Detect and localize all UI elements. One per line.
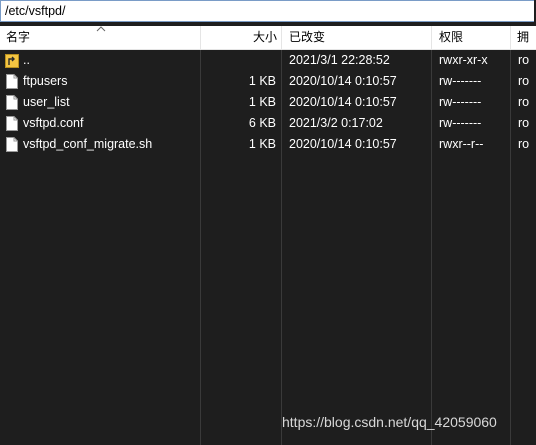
file-row[interactable]: vsftpd.conf 6 KB 2021/3/2 0:17:02 rw----…: [0, 113, 536, 134]
file-name: ftpusers: [23, 74, 68, 88]
file-name: vsftpd_conf_migrate.sh: [23, 137, 153, 151]
file-owner: ro: [518, 74, 530, 88]
file-size: 1 KB: [248, 137, 276, 151]
file-row[interactable]: vsftpd_conf_migrate.sh 1 KB 2020/10/14 0…: [0, 134, 536, 155]
column-divider[interactable]: [431, 26, 432, 49]
parent-folder-icon: [5, 54, 19, 68]
file-modified: 2021/3/2 0:17:02: [289, 116, 383, 130]
file-modified: 2020/10/14 0:10:57: [289, 74, 397, 88]
file-owner: ro: [518, 116, 530, 130]
file-size: [200, 50, 276, 71]
file-name: ..: [23, 53, 30, 67]
file-owner: ro: [518, 53, 530, 67]
file-list[interactable]: .. 2021/3/1 22:28:52 rwxr-xr-x ro ftpuse…: [0, 50, 536, 445]
file-permissions: rw-------: [439, 74, 482, 88]
column-divider[interactable]: [510, 26, 511, 49]
file-owner: ro: [518, 95, 530, 109]
file-size: 1 KB: [248, 74, 276, 88]
column-permissions-header[interactable]: 权限: [439, 26, 509, 49]
file-owner: ro: [518, 137, 530, 151]
path-input[interactable]: /etc/vsftpd/: [5, 4, 65, 19]
file-row-parent[interactable]: .. 2021/3/1 22:28:52 rwxr-xr-x ro: [0, 50, 536, 71]
file-size: 1 KB: [248, 95, 276, 109]
file-permissions: rwxr-xr-x: [439, 53, 488, 67]
file-row[interactable]: user_list 1 KB 2020/10/14 0:10:57 rw----…: [0, 92, 536, 113]
file-permissions: rwxr--r--: [439, 137, 484, 151]
file-permissions: rw-------: [439, 95, 482, 109]
file-modified: 2020/10/14 0:10:57: [289, 137, 397, 151]
file-icon: [6, 74, 18, 89]
file-browser-window: /etc/vsftpd/ 名字 大小 已改变 权限 拥 .. 2021/3/1 …: [0, 0, 536, 445]
column-modified-header[interactable]: 已改变: [289, 26, 429, 49]
file-name: user_list: [23, 95, 70, 109]
file-icon: [6, 137, 18, 152]
path-bar[interactable]: /etc/vsftpd/: [0, 0, 534, 22]
file-name: vsftpd.conf: [23, 116, 84, 130]
file-size: 6 KB: [248, 116, 276, 130]
file-icon: [6, 95, 18, 110]
file-modified: 2020/10/14 0:10:57: [289, 95, 397, 109]
column-owner-header[interactable]: 拥: [517, 26, 536, 49]
sort-ascending-icon: [96, 26, 106, 32]
watermark-text: https://blog.csdn.net/qq_42059060: [282, 414, 497, 430]
column-size-header[interactable]: 大小: [200, 26, 277, 49]
file-row[interactable]: ftpusers 1 KB 2020/10/14 0:10:57 rw-----…: [0, 71, 536, 92]
column-header: 名字 大小 已改变 权限 拥: [0, 26, 536, 50]
file-modified: 2021/3/1 22:28:52: [289, 53, 390, 67]
column-divider[interactable]: [281, 26, 282, 49]
file-permissions: rw-------: [439, 116, 482, 130]
file-icon: [6, 116, 18, 131]
